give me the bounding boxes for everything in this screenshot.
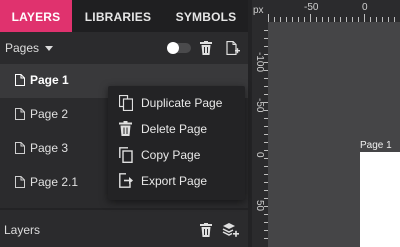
menu-item-label: Copy Page — [141, 148, 201, 162]
page-name: Page 2 — [30, 107, 69, 121]
ruler-ticks-horizontal — [268, 14, 395, 22]
menu-item-duplicate-page[interactable]: Duplicate Page — [108, 90, 245, 116]
toggle-knob — [167, 42, 179, 54]
ruler-tick-label: 0 — [362, 2, 368, 13]
page-icon — [15, 108, 25, 120]
menu-item-copy-page[interactable]: Copy Page — [108, 142, 245, 168]
artboard-title[interactable]: Page 1 — [360, 140, 392, 151]
artboard[interactable] — [360, 152, 400, 247]
menu-item-label: Duplicate Page — [141, 96, 223, 110]
export-icon — [119, 173, 133, 188]
page-name: Page 1 — [30, 73, 69, 87]
pages-toggle[interactable] — [167, 42, 191, 54]
ruler-tick-label: -50 — [254, 98, 265, 113]
add-layer-icon[interactable] — [222, 222, 240, 238]
trash-icon — [119, 121, 132, 136]
page-name: Page 3 — [30, 141, 69, 155]
menu-item-label: Delete Page — [141, 122, 208, 136]
menu-item-label: Export Page — [141, 174, 208, 188]
tab-symbols[interactable]: SYMBOLS — [164, 0, 248, 32]
page-context-menu: Duplicate Page Delete Page Copy Page Exp… — [108, 86, 245, 200]
horizontal-ruler — [252, 0, 400, 22]
tab-layers[interactable]: LAYERS — [0, 0, 72, 32]
copy-icon — [119, 147, 133, 163]
ruler-tick-label: -100 — [254, 52, 265, 73]
page-name: Page 2.1 — [30, 175, 79, 189]
pages-label: Pages — [5, 41, 40, 55]
ruler-tick-label: 0 — [254, 152, 265, 158]
page-icon — [15, 176, 25, 188]
menu-item-delete-page[interactable]: Delete Page — [108, 116, 245, 142]
ruler-tick-label: 50 — [254, 200, 265, 212]
chevron-down-icon[interactable] — [45, 46, 53, 51]
tab-libraries[interactable]: LIBRARIES — [72, 0, 164, 32]
trash-icon[interactable] — [200, 41, 212, 55]
panel-divider[interactable] — [0, 208, 248, 210]
page-icon — [15, 142, 25, 154]
panel-tabs: LAYERS LIBRARIES SYMBOLS — [0, 0, 248, 32]
page-icon — [15, 74, 25, 86]
ruler-unit-label: px — [253, 5, 264, 16]
layers-label: Layers — [4, 223, 41, 237]
add-page-icon[interactable] — [226, 41, 240, 55]
menu-item-export-page[interactable]: Export Page — [108, 168, 245, 194]
ruler-tick-label: -50 — [304, 2, 319, 13]
delete-layer-icon[interactable] — [200, 223, 212, 237]
duplicate-icon — [119, 95, 133, 111]
